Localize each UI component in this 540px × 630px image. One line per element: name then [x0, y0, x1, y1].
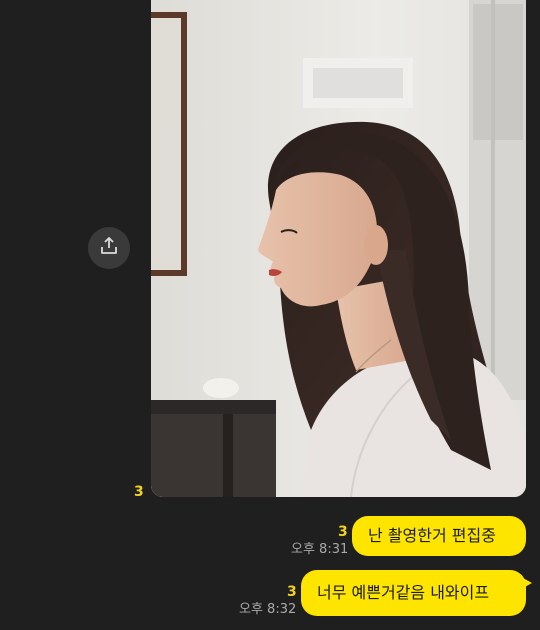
message-1-bubble[interactable]: 난 촬영한거 편집중: [352, 516, 526, 556]
message-2-bubble[interactable]: 너무 예쁜거같음 내와이프: [301, 570, 532, 616]
message-2-timestamp: 오후 8:32: [239, 602, 297, 617]
message-1-text: 난 촬영한거 편집중: [368, 526, 496, 545]
message-2-unread-count: 3: [287, 584, 297, 600]
message-2-text: 너무 예쁜거같음 내와이프: [317, 583, 490, 602]
message-1-timestamp: 오후 8:31: [291, 542, 349, 557]
photo-unread-count: 3: [134, 484, 144, 500]
photo-message[interactable]: [151, 0, 526, 497]
share-button[interactable]: [88, 227, 130, 269]
photo-image: [151, 0, 526, 497]
message-1-unread-count: 3: [338, 524, 348, 540]
share-upload-icon: [99, 236, 119, 260]
chat-screen: 3 3 오후 8:31 난 촬영한거 편집중 3 오후 8:32 너무 예쁜거같…: [0, 0, 540, 630]
